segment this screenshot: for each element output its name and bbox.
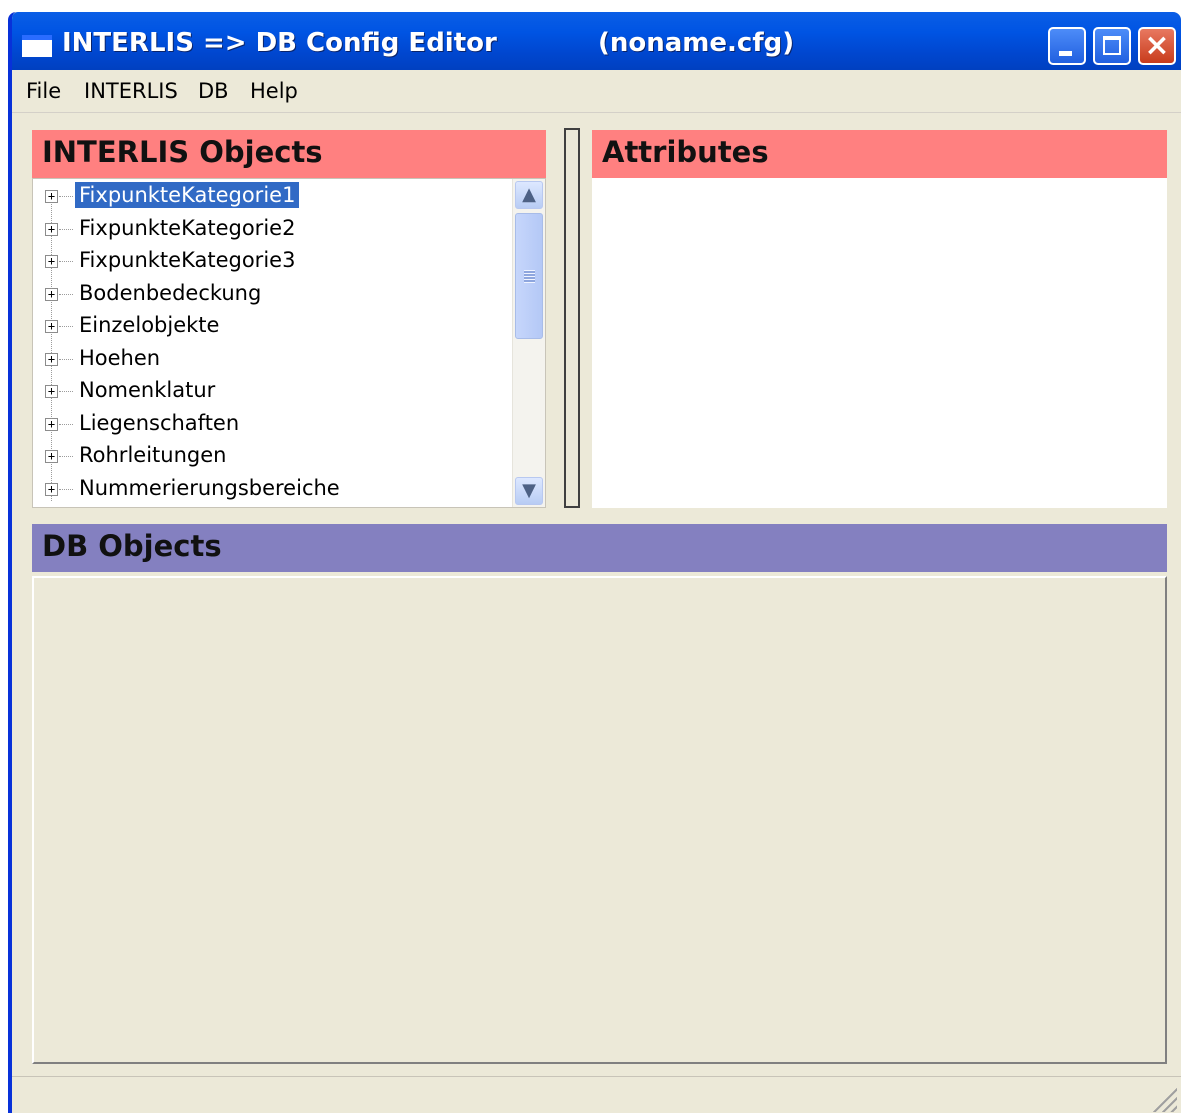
db-objects-panel[interactable] [32, 576, 1167, 1064]
maximize-icon [1103, 36, 1121, 55]
db-objects-header: DB Objects [32, 524, 1167, 572]
tree-item-label[interactable]: Nummerierungsbereiche [75, 475, 344, 501]
tree-item[interactable]: + FixpunkteKategorie2 [33, 214, 513, 246]
vertical-splitter[interactable] [564, 128, 580, 508]
tree-connector [59, 228, 73, 230]
expand-plus-icon[interactable]: + [45, 255, 58, 268]
tree-item-label[interactable]: FixpunkteKategorie1 [75, 182, 300, 208]
menu-help[interactable]: Help [250, 79, 298, 103]
tree-item[interactable]: + Rohrleitungen [33, 441, 513, 473]
grip-icon [524, 270, 535, 283]
chevron-down-icon: ▼ [522, 480, 536, 501]
minimize-icon [1059, 51, 1072, 56]
tree-connector [59, 358, 73, 360]
splitter-handle [568, 134, 576, 502]
tree-connector [59, 196, 73, 197]
scroll-thumb[interactable] [515, 213, 543, 339]
expand-plus-icon[interactable]: + [45, 385, 58, 398]
tree-item[interactable]: + FixpunkteKategorie1 [33, 181, 513, 213]
interlis-objects-header: INTERLIS Objects [32, 130, 546, 178]
expand-plus-icon[interactable]: + [45, 222, 58, 236]
tree-item[interactable]: + Nomenklatur [33, 376, 513, 408]
close-icon: × [1144, 28, 1170, 63]
scroll-up-button[interactable]: ▲ [515, 181, 543, 209]
tree-item-label[interactable]: Rohrleitungen [75, 442, 230, 468]
minimize-button[interactable] [1048, 27, 1086, 65]
expand-plus-icon[interactable]: + [45, 190, 58, 203]
expand-plus-icon[interactable]: + [45, 450, 58, 463]
tree-connector [59, 391, 73, 392]
expand-plus-icon[interactable]: + [45, 417, 58, 431]
resize-grip-icon[interactable] [1153, 1088, 1177, 1112]
tree-connector [59, 488, 73, 490]
tree-connector [59, 423, 73, 425]
tree-item-label[interactable]: FixpunkteKategorie3 [75, 247, 299, 273]
expand-plus-icon[interactable]: + [45, 287, 58, 301]
tree-item-label[interactable]: Liegenschaften [75, 410, 243, 436]
attributes-panel[interactable] [592, 178, 1167, 508]
interlis-objects-tree[interactable]: + FixpunkteKategorie1 + FixpunkteKategorie2… [32, 178, 546, 508]
tree-connector [59, 261, 73, 262]
tree-item-label[interactable]: Nomenklatur [75, 377, 219, 403]
tree-item-label[interactable]: Bodenbedeckung [75, 280, 265, 306]
menu-bar: File INTERLIS DB Help [12, 72, 1181, 113]
expand-plus-icon[interactable]: + [45, 320, 58, 333]
expand-plus-icon[interactable]: + [45, 482, 58, 496]
window-title: INTERLIS => DB Config Editor [62, 28, 497, 58]
scroll-down-button[interactable]: ▼ [515, 477, 543, 505]
tree-item[interactable]: + Bodenbedeckung [33, 279, 513, 311]
menu-file[interactable]: File [26, 79, 61, 103]
maximize-button[interactable] [1093, 27, 1131, 65]
tree-item-label[interactable]: Hoehen [75, 345, 164, 371]
attributes-header: Attributes [592, 130, 1167, 178]
tree-item[interactable]: + Einzelobjekte [33, 311, 513, 343]
status-bar [12, 1076, 1181, 1113]
tree-item[interactable]: + FixpunkteKategorie3 [33, 246, 513, 278]
tree-connector [59, 456, 73, 457]
close-button[interactable]: × [1138, 27, 1176, 65]
tree-item-label[interactable]: FixpunkteKategorie2 [75, 215, 299, 241]
app-window: INTERLIS => DB Config Editor (noname.cfg… [8, 12, 1181, 1113]
expand-plus-icon[interactable]: + [45, 352, 58, 366]
tree-connector [59, 293, 73, 295]
tree-scrollbar[interactable]: ▲ ▼ [512, 179, 545, 507]
app-icon [22, 35, 52, 57]
menu-db[interactable]: DB [198, 79, 229, 103]
tree-item[interactable]: + Liegenschaften [33, 409, 513, 441]
title-bar[interactable]: INTERLIS => DB Config Editor (noname.cfg… [12, 12, 1181, 70]
tree-connector [59, 326, 73, 327]
window-filename: (noname.cfg) [598, 28, 795, 58]
menu-interlis[interactable]: INTERLIS [84, 79, 178, 103]
chevron-up-icon: ▲ [522, 184, 536, 205]
tree-item-label[interactable]: Einzelobjekte [75, 312, 223, 338]
tree-item[interactable]: + Nummerierungsbereiche [33, 474, 513, 506]
tree-item[interactable]: + Hoehen [33, 344, 513, 376]
